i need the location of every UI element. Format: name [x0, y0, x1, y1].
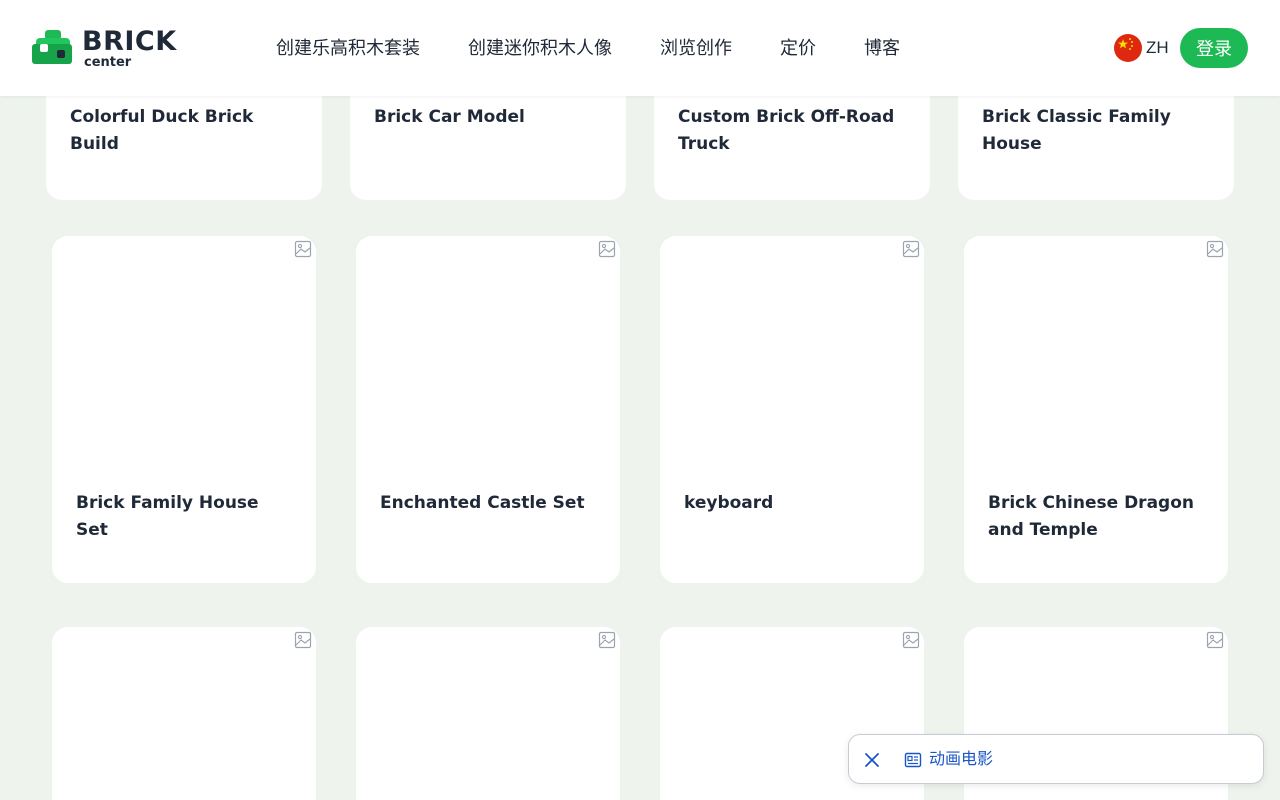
nav-create-minifigure[interactable]: 创建迷你积木人像: [468, 36, 612, 60]
gallery-card[interactable]: Enchanted Castle Set: [356, 236, 620, 583]
nav-browse-creations[interactable]: 浏览创作: [660, 36, 732, 60]
gallery-card[interactable]: [356, 627, 620, 800]
image-placeholder-icon: [902, 240, 920, 258]
floating-bar-label[interactable]: 动画电影: [929, 749, 993, 771]
logo-wordmark: BRICK: [82, 26, 177, 57]
nav-blog[interactable]: 博客: [864, 36, 900, 60]
site-header: BRICK center 创建乐高积木套装 创建迷你积木人像 浏览创作 定价 博…: [0, 0, 1280, 96]
language-label: ZH: [1146, 38, 1169, 57]
language-selector[interactable]: ZH: [1114, 34, 1169, 62]
card-title: Brick Chinese Dragon and Temple: [988, 493, 1194, 540]
card-title: Brick Classic Family House: [982, 107, 1171, 154]
card-title: Custom Brick Off-Road Truck: [678, 107, 895, 154]
image-placeholder-icon: [902, 631, 920, 649]
floating-suggestion-bar: 动画电影: [848, 734, 1264, 784]
card-title: Brick Car Model: [374, 107, 525, 127]
image-placeholder-icon: [1206, 240, 1224, 258]
gallery-card[interactable]: [52, 627, 316, 800]
nav-pricing[interactable]: 定价: [780, 36, 816, 60]
logo[interactable]: BRICK center: [30, 26, 190, 72]
card-title: Brick Family House Set: [76, 493, 259, 540]
image-placeholder-icon: [598, 240, 616, 258]
card-title: Colorful Duck Brick Build: [70, 107, 254, 154]
nav-create-lego-set[interactable]: 创建乐高积木套装: [276, 36, 420, 60]
image-placeholder-icon: [598, 631, 616, 649]
brick-logo-icon: [32, 30, 72, 64]
image-placeholder-icon: [294, 631, 312, 649]
card-title: keyboard: [684, 493, 774, 513]
close-icon[interactable]: [863, 751, 881, 769]
newspaper-icon: [904, 752, 922, 768]
image-placeholder-icon: [294, 240, 312, 258]
image-placeholder-icon: [1206, 631, 1224, 649]
gallery-card[interactable]: Brick Family House Set: [52, 236, 316, 583]
card-title: Enchanted Castle Set: [380, 493, 585, 513]
gallery-card[interactable]: Brick Chinese Dragon and Temple: [964, 236, 1228, 583]
china-flag-icon: [1114, 34, 1142, 62]
login-button[interactable]: 登录: [1180, 28, 1248, 68]
logo-subtitle: center: [84, 55, 132, 70]
gallery-card[interactable]: keyboard: [660, 236, 924, 583]
